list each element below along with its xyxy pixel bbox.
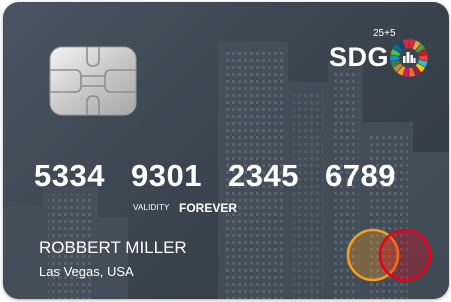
emv-chip-icon xyxy=(49,46,137,116)
card-number-group-4: 6789 xyxy=(325,158,396,193)
sdg-logo: 25+5 SDG xyxy=(329,28,429,80)
validity-label: VALIDITY xyxy=(133,203,170,212)
cardholder-name: ROBBERT MILLER xyxy=(39,238,187,257)
sdg-brand: SDG xyxy=(329,42,390,72)
card-number-group-2: 9301 xyxy=(131,158,202,193)
sdg-color-wheel-icon xyxy=(389,38,429,78)
credit-card: 25+5 SDG 5334 9301 2345 6789 VALIDITY FO… xyxy=(3,2,449,299)
validity-value: FOREVER xyxy=(179,201,238,215)
card-number-group-1: 5334 xyxy=(34,158,105,193)
mastercard-logo-icon xyxy=(346,228,432,282)
cardholder-location: Las Vegas, USA xyxy=(39,264,134,279)
card-number-group-3: 2345 xyxy=(228,158,299,193)
